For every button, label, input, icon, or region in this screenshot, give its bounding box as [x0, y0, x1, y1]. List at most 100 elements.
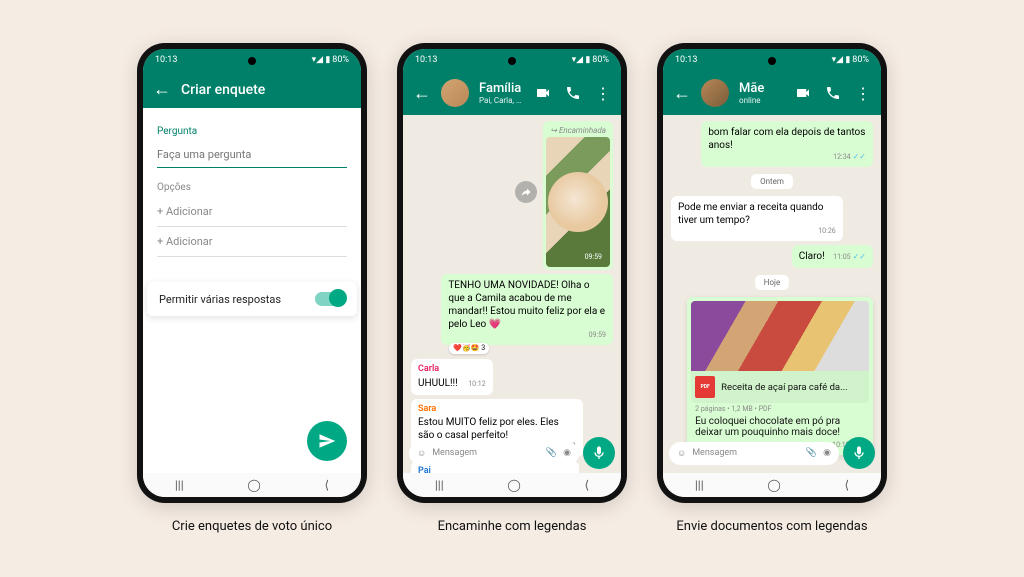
attach-icon[interactable]: 📎 [546, 448, 557, 458]
message-time: 09:59 [448, 331, 606, 340]
message-time: 10:12 [468, 380, 485, 388]
add-option-1[interactable]: + Adicionar [157, 197, 347, 227]
nav-bar: ||| ◯ ⟨ [663, 473, 881, 497]
incoming-message[interactable]: Carla UHUUL!!! 10:12 [411, 359, 493, 395]
message-input[interactable]: ☺ Mensagem 📎 ◉ [669, 442, 839, 465]
camera-icon[interactable]: ◉ [823, 448, 831, 458]
nav-back-icon[interactable]: ⟨ [844, 478, 849, 492]
message-input-bar: ☺ Mensagem 📎 ◉ [409, 437, 615, 469]
back-icon[interactable]: ← [153, 79, 171, 100]
status-icons: ▾◢ ▮ 80% [832, 55, 869, 65]
nav-home-icon[interactable]: ◯ [247, 478, 260, 492]
emoji-icon[interactable]: ☺ [417, 448, 426, 459]
message-time: 10:26 [678, 227, 836, 236]
message-time: 12:34✓✓ [708, 152, 866, 162]
status-time: 10:13 [155, 55, 177, 65]
document-row[interactable]: PDF Receita de açaí para café da... [691, 371, 869, 403]
question-label: Pergunta [157, 126, 347, 137]
pdf-icon: PDF [695, 376, 715, 398]
document-thumbnail[interactable] [691, 301, 869, 371]
header-info[interactable]: Família Pai, Carla, Sara, Mãe... [479, 81, 525, 105]
toggle-label: Permitir várias respostas [159, 293, 281, 306]
chat-subtitle: Pai, Carla, Sara, Mãe... [479, 96, 525, 105]
forward-icon[interactable] [515, 181, 537, 203]
emoji-icon[interactable]: ☺ [677, 448, 686, 459]
message-reactions[interactable]: ❤️🥳🤩 3 [449, 343, 489, 354]
back-icon[interactable]: ← [413, 83, 431, 104]
document-title: Receita de açaí para café da... [721, 382, 847, 393]
toggle-multiple-answers[interactable]: Permitir várias respostas [147, 282, 357, 316]
camera-icon[interactable]: ◉ [563, 448, 571, 458]
header-actions: ⋮ [535, 84, 611, 103]
back-icon[interactable]: ← [673, 83, 691, 104]
voice-call-icon[interactable] [825, 85, 841, 101]
outgoing-message[interactable]: TENHO UMA NOVIDADE! Olha o que a Camila … [441, 274, 613, 345]
chat-header[interactable]: ← Família Pai, Carla, Sara, Mãe... ⋮ [403, 71, 621, 115]
nav-home-icon[interactable]: ◯ [507, 478, 520, 492]
poll-title: Criar enquete [181, 82, 265, 98]
video-call-icon[interactable] [795, 85, 811, 101]
status-bar: 10:13 ▾◢ ▮ 80% [143, 49, 361, 71]
status-bar: 10:13 ▾◢ ▮ 80% [403, 49, 621, 71]
chat-header[interactable]: ← Mãe online ⋮ [663, 71, 881, 115]
sender-name: Carla [418, 364, 486, 376]
nav-back-icon[interactable]: ⟨ [584, 478, 589, 492]
options-label: Opções [157, 182, 347, 193]
poll-header: ← Criar enquete [143, 71, 361, 108]
status-time: 10:13 [415, 55, 437, 65]
chat-body[interactable]: ↪ Encaminhada 09:59 TENHO UMA NOVIDADE! … [403, 115, 621, 497]
nav-recents-icon[interactable]: ||| [695, 478, 704, 492]
send-button[interactable] [307, 421, 347, 461]
chat-name: Família [479, 81, 525, 96]
message-text: TENHO UMA NOVIDADE! Olha o que a Camila … [448, 280, 605, 330]
input-placeholder: Mensagem [432, 448, 540, 458]
add-option-2[interactable]: + Adicionar [157, 227, 347, 257]
image-message[interactable]: ↪ Encaminhada 09:59 [543, 121, 613, 270]
chat-status: online [739, 96, 785, 105]
phones-row: 10:13 ▾◢ ▮ 80% ← Criar enquete Pergunta … [137, 43, 887, 503]
mic-button[interactable] [583, 437, 615, 469]
nav-back-icon[interactable]: ⟨ [324, 478, 329, 492]
message-time: 11:05✓✓ [833, 253, 866, 261]
phone-document-chat: 10:13 ▾◢ ▮ 80% ← Mãe online ⋮ [657, 43, 887, 503]
nav-recents-icon[interactable]: ||| [175, 478, 184, 492]
message-input-bar: ☺ Mensagem 📎 ◉ [669, 437, 875, 469]
outgoing-message[interactable]: Claro! 11:05✓✓ [792, 245, 873, 268]
nav-home-icon[interactable]: ◯ [767, 478, 780, 492]
document-meta: 2 páginas • 1,2 MB • PDF [691, 403, 869, 413]
screen: 10:13 ▾◢ ▮ 80% ← Criar enquete Pergunta … [143, 49, 361, 497]
captions-row: Crie enquetes de voto único Encaminhe co… [137, 519, 887, 534]
image-content[interactable]: 09:59 [546, 137, 610, 267]
sender-name: Sara [418, 404, 576, 416]
more-icon[interactable]: ⋮ [855, 84, 871, 103]
phone-group-chat: 10:13 ▾◢ ▮ 80% ← Família Pai, Carla, Sar… [397, 43, 627, 503]
status-icons: ▾◢ ▮ 80% [572, 55, 609, 65]
message-input[interactable]: ☺ Mensagem 📎 ◉ [409, 442, 579, 465]
date-separator: Ontem [751, 174, 793, 189]
document-message[interactable]: PDF Receita de açaí para café da... 2 pá… [687, 297, 873, 455]
header-info[interactable]: Mãe online [739, 81, 785, 105]
nav-recents-icon[interactable]: ||| [435, 478, 444, 492]
poll-body: Pergunta Opções + Adicionar + Adicionar … [143, 108, 361, 497]
more-icon[interactable]: ⋮ [595, 84, 611, 103]
voice-call-icon[interactable] [565, 85, 581, 101]
caption-3: Envie documentos com legendas [657, 519, 887, 534]
incoming-message[interactable]: Pode me enviar a receita quando tiver um… [671, 196, 843, 241]
group-avatar[interactable] [441, 79, 469, 107]
video-call-icon[interactable] [535, 85, 551, 101]
forwarded-label: ↪ Encaminhada [546, 124, 610, 137]
toggle-switch[interactable] [315, 292, 345, 306]
outgoing-message[interactable]: bom falar com ela depois de tantos anos!… [701, 121, 873, 167]
chat-body[interactable]: bom falar com ela depois de tantos anos!… [663, 115, 881, 497]
image-time: 09:59 [585, 253, 602, 261]
caption-1: Crie enquetes de voto único [137, 519, 367, 534]
nav-bar: ||| ◯ ⟨ [403, 473, 621, 497]
message-text: UHUUL!!! [418, 378, 458, 389]
contact-avatar[interactable] [701, 79, 729, 107]
header-actions: ⋮ [795, 84, 871, 103]
message-text: Claro! [799, 251, 825, 262]
status-icons: ▾◢ ▮ 80% [312, 55, 349, 65]
attach-icon[interactable]: 📎 [806, 448, 817, 458]
question-input[interactable] [157, 144, 347, 168]
mic-button[interactable] [843, 437, 875, 469]
